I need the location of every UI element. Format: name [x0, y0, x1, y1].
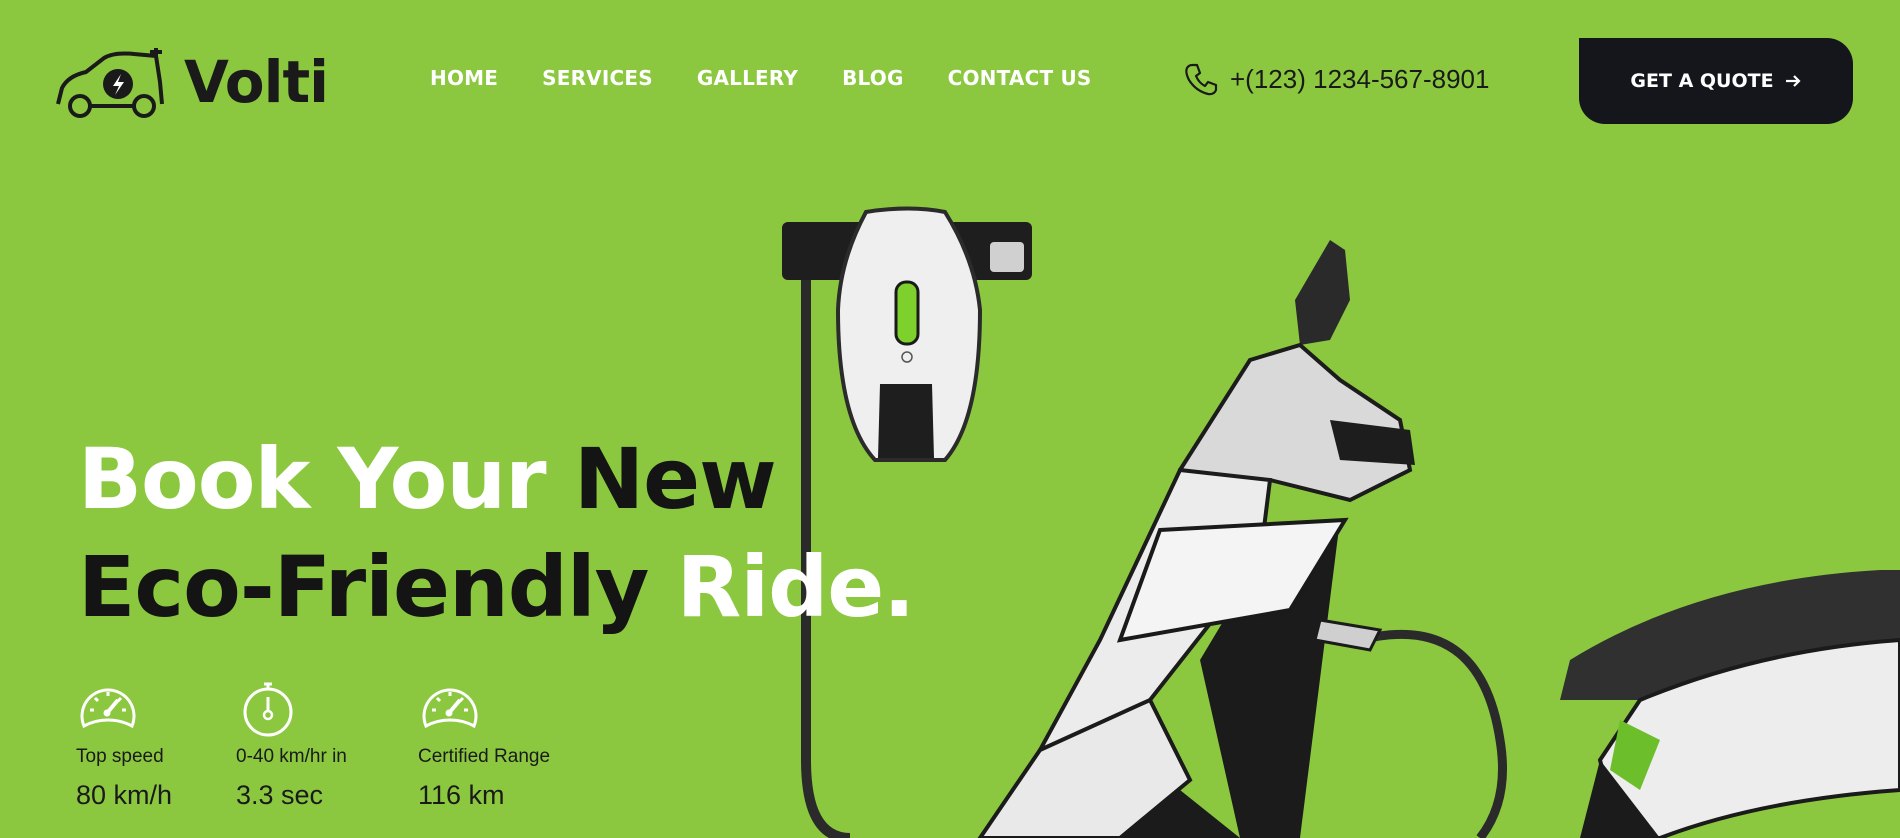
electric-car-icon [56, 48, 164, 118]
speedometer-icon [80, 688, 136, 729]
nav-services[interactable]: SERVICES [542, 66, 653, 90]
hero-line2-dark: Eco-Friendly [78, 538, 677, 636]
stat-certified-range: Certified Range 116 km [418, 680, 550, 810]
arrow-right-icon [1785, 75, 1801, 87]
stat-top-speed: Top speed 80 km/h [76, 680, 172, 810]
nav-contact-us[interactable]: CONTACT US [948, 66, 1092, 90]
hero-line2-white: Ride. [676, 538, 915, 636]
main-nav: HOME SERVICES GALLERY BLOG CONTACT US [430, 66, 1092, 90]
hero-headline: Book Your New Eco-Friendly Ride. [78, 425, 915, 641]
stat-value: 116 km [418, 780, 505, 810]
get-a-quote-label: GET A QUOTE [1630, 70, 1774, 92]
stat-value: 80 km/h [76, 780, 173, 810]
phone-number: +(123) 1234-567-8901 [1230, 63, 1490, 94]
get-a-quote-button[interactable]: GET A QUOTE [1579, 38, 1853, 124]
brand-name: Volti [184, 48, 329, 116]
phone-contact[interactable]: +(123) 1234-567-8901 [1184, 62, 1489, 96]
stat-label: Certified Range [418, 746, 551, 767]
nav-gallery[interactable]: GALLERY [697, 66, 798, 90]
nav-blog[interactable]: BLOG [842, 66, 904, 90]
stat-label: 0-40 km/hr in [236, 746, 347, 767]
stat-value: 3.3 sec [236, 780, 324, 810]
hero-line1-white: Book Your [78, 430, 574, 528]
stopwatch-icon [243, 682, 293, 737]
phone-icon [1185, 63, 1218, 96]
stat-acceleration: 0-40 km/hr in 3.3 sec [236, 680, 347, 810]
brand-logo[interactable]: Volti [52, 42, 329, 122]
nav-home[interactable]: HOME [430, 66, 498, 90]
hero-line1-dark: New [573, 430, 777, 528]
site-header: Volti HOME SERVICES GALLERY BLOG CONTACT… [0, 0, 1900, 160]
stat-label: Top speed [76, 746, 164, 767]
speedometer-icon [422, 688, 478, 729]
